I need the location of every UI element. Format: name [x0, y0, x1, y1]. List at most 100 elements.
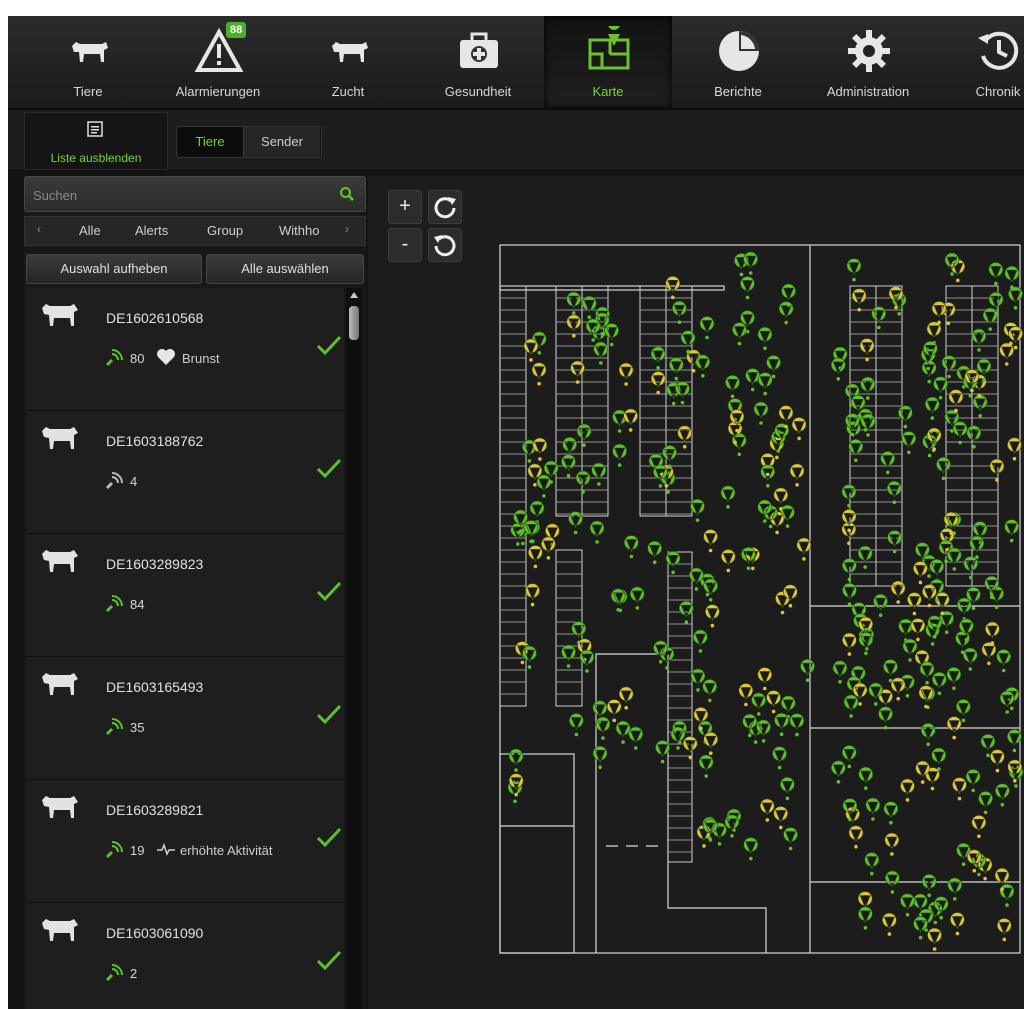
- animal-pin[interactable]: [996, 649, 1011, 673]
- animal-pin[interactable]: [936, 456, 951, 481]
- animal-pin[interactable]: [536, 474, 552, 498]
- list-item[interactable]: DE1603165493 35: [26, 657, 344, 780]
- animal-pin[interactable]: [989, 458, 1005, 482]
- animal-pin[interactable]: [569, 713, 584, 737]
- animal-pin[interactable]: [740, 310, 755, 334]
- animal-pin[interactable]: [593, 341, 609, 365]
- animal-pin[interactable]: [772, 746, 787, 770]
- search-icon[interactable]: [339, 186, 355, 202]
- list-item[interactable]: DE1602610568 80 Brunst: [26, 288, 344, 411]
- check-icon[interactable]: [316, 826, 342, 848]
- animal-pin[interactable]: [982, 307, 998, 331]
- animal-pin[interactable]: [699, 316, 715, 340]
- animal-pin[interactable]: [941, 355, 957, 379]
- animal-pin[interactable]: [532, 437, 548, 461]
- check-icon[interactable]: [316, 949, 342, 971]
- animal-pin[interactable]: [846, 258, 862, 282]
- animal-pin[interactable]: [950, 912, 965, 936]
- animal-pin[interactable]: [851, 288, 867, 312]
- animal-pin[interactable]: [678, 600, 694, 624]
- animal-pin[interactable]: [890, 677, 906, 701]
- nav-item-administration[interactable]: Administration: [804, 16, 932, 108]
- animal-pin[interactable]: [860, 376, 876, 400]
- animal-pin[interactable]: [966, 425, 982, 449]
- animal-pin[interactable]: [665, 276, 681, 300]
- animal-pin[interactable]: [800, 658, 815, 682]
- animal-pin[interactable]: [576, 423, 592, 447]
- scroll-thumb[interactable]: [349, 306, 359, 340]
- animal-pin[interactable]: [999, 342, 1014, 366]
- animal-pin[interactable]: [910, 618, 926, 642]
- animal-pin[interactable]: [618, 362, 634, 386]
- animal-pin[interactable]: [672, 300, 687, 324]
- animal-pin[interactable]: [628, 726, 644, 750]
- check-icon[interactable]: [316, 334, 342, 356]
- animal-pin[interactable]: [971, 328, 987, 352]
- check-icon[interactable]: [316, 457, 342, 479]
- animal-pin[interactable]: [623, 408, 638, 432]
- rotate-right-button[interactable]: [428, 190, 462, 224]
- animal-pin[interactable]: [830, 357, 846, 381]
- animal-pin[interactable]: [525, 583, 540, 607]
- animal-pin[interactable]: [946, 547, 962, 571]
- animal-pin[interactable]: [956, 597, 972, 621]
- animal-pin[interactable]: [929, 558, 945, 583]
- list-item[interactable]: DE1603289821 19 erhöhte Aktivität: [26, 780, 344, 903]
- animal-pin[interactable]: [703, 578, 718, 602]
- nav-item-alarmierungen[interactable]: 88 Alarmierungen: [154, 16, 282, 108]
- animal-pin[interactable]: [841, 521, 857, 545]
- animal-pin[interactable]: [566, 291, 581, 315]
- animal-pin[interactable]: [924, 396, 940, 420]
- animal-pin[interactable]: [901, 431, 917, 455]
- animal-pin[interactable]: [753, 401, 769, 425]
- segment-tiere[interactable]: Tiere: [179, 127, 241, 157]
- animal-pin[interactable]: [757, 372, 773, 396]
- animal-pin[interactable]: [606, 699, 622, 723]
- check-icon[interactable]: [316, 703, 342, 725]
- animal-pin[interactable]: [952, 777, 967, 801]
- zoom-in-button[interactable]: +: [388, 190, 422, 224]
- filter-alerts[interactable]: Alerts: [135, 223, 168, 238]
- animal-pin[interactable]: [860, 413, 876, 437]
- animal-pin[interactable]: [745, 368, 760, 392]
- animal-pin[interactable]: [843, 694, 859, 718]
- animal-pin[interactable]: [647, 540, 662, 564]
- animal-pin[interactable]: [778, 301, 794, 325]
- animal-pin[interactable]: [858, 631, 874, 656]
- nav-item-tiere[interactable]: Tiere: [24, 16, 152, 108]
- animal-pin[interactable]: [731, 432, 747, 457]
- animal-pin[interactable]: [1004, 265, 1020, 289]
- animal-pin[interactable]: [695, 354, 711, 378]
- animal-pin[interactable]: [922, 584, 937, 608]
- animal-pin[interactable]: [629, 586, 645, 610]
- animal-pin[interactable]: [774, 712, 789, 736]
- animal-pin[interactable]: [831, 760, 846, 784]
- animal-pin[interactable]: [848, 438, 864, 463]
- animal-pin[interactable]: [738, 683, 754, 707]
- animal-pin[interactable]: [760, 464, 776, 488]
- animal-pin[interactable]: [913, 561, 928, 585]
- animal-pin[interactable]: [880, 451, 895, 475]
- animal-pin[interactable]: [971, 814, 987, 839]
- animal-pin[interactable]: [965, 769, 981, 793]
- animal-pin[interactable]: [898, 405, 913, 429]
- animal-pin[interactable]: [751, 692, 766, 716]
- animal-pin[interactable]: [791, 417, 807, 441]
- animal-pin[interactable]: [789, 713, 805, 737]
- rotate-left-button[interactable]: [428, 228, 462, 262]
- animal-pin[interactable]: [698, 754, 714, 778]
- animal-pin[interactable]: [568, 511, 583, 535]
- animal-pin[interactable]: [1007, 437, 1022, 461]
- animal-pin[interactable]: [796, 537, 812, 561]
- list-scrollbar[interactable]: [346, 288, 362, 1009]
- list-item[interactable]: DE1603289823 84: [26, 534, 344, 657]
- animal-pin[interactable]: [783, 827, 798, 851]
- animal-pin[interactable]: [921, 873, 937, 898]
- animal-pin[interactable]: [702, 679, 718, 703]
- animal-pin[interactable]: [650, 371, 666, 395]
- barn-map[interactable]: + -: [368, 176, 1024, 1009]
- animal-pin[interactable]: [868, 682, 884, 706]
- animal-pin[interactable]: [990, 749, 1005, 773]
- animal-pin[interactable]: [996, 918, 1012, 942]
- animal-pin[interactable]: [841, 484, 857, 508]
